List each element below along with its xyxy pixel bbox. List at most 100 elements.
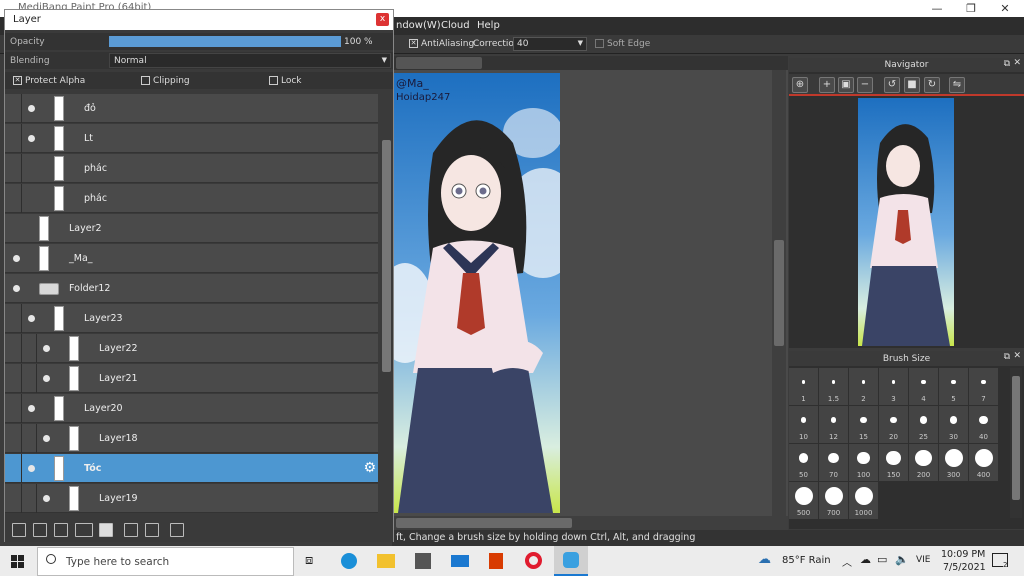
visibility-eye-icon[interactable]: [43, 345, 50, 352]
brush-size-cell[interactable]: 10: [789, 406, 818, 443]
visibility-eye-icon[interactable]: [28, 465, 35, 472]
brush-size-cell[interactable]: 12: [819, 406, 848, 443]
visibility-eye-icon[interactable]: [28, 135, 35, 142]
minimize-button[interactable]: —: [920, 0, 954, 17]
visibility-eye-icon[interactable]: [13, 285, 20, 292]
reset-view-icon[interactable]: ■: [904, 77, 920, 93]
brush-size-cell[interactable]: 700: [819, 482, 848, 519]
add-layer-menu-icon[interactable]: [75, 523, 93, 537]
edge-icon[interactable]: [341, 553, 357, 569]
brush-size-cell[interactable]: 25: [909, 406, 938, 443]
brush-size-cell[interactable]: 20: [879, 406, 908, 443]
blending-select[interactable]: Normal ▼: [109, 53, 391, 68]
layer-panel-title-bar[interactable]: Layer x: [5, 10, 393, 30]
office-icon[interactable]: [489, 553, 503, 569]
flip-icon[interactable]: ⇋: [949, 77, 965, 93]
brush-size-cell[interactable]: 1: [789, 368, 818, 405]
opera-icon[interactable]: [525, 552, 542, 569]
zoom-fit-icon[interactable]: ⊕: [792, 77, 808, 93]
layer-list-scroll-thumb[interactable]: [382, 140, 391, 372]
mail-icon[interactable]: [451, 555, 469, 567]
medibang-taskbar-button[interactable]: [554, 546, 588, 576]
maximize-button[interactable]: ❐: [954, 0, 988, 17]
lock-checkbox[interactable]: [269, 76, 278, 85]
chevron-up-icon[interactable]: ︿: [842, 554, 852, 569]
close-icon[interactable]: ✕: [1013, 351, 1021, 361]
new-folder-icon[interactable]: [99, 523, 113, 537]
taskbar-search-box[interactable]: Type here to search: [37, 547, 294, 576]
layer-row[interactable]: phác: [5, 184, 378, 213]
brush-size-cell[interactable]: 500: [789, 482, 818, 519]
network-icon[interactable]: ▭: [877, 553, 887, 566]
visibility-eye-icon[interactable]: [28, 405, 35, 412]
close-icon[interactable]: x: [376, 13, 389, 26]
brush-size-cell[interactable]: 50: [789, 444, 818, 481]
brush-size-cell[interactable]: 1000: [849, 482, 878, 519]
rotate-right-icon[interactable]: ↻: [924, 77, 940, 93]
new-halftone-layer-icon[interactable]: [33, 523, 47, 537]
visibility-eye-icon[interactable]: [28, 315, 35, 322]
menu-cloud[interactable]: Cloud: [441, 20, 470, 31]
layer-settings-gear-icon[interactable]: ⚙: [363, 460, 376, 476]
layer-row[interactable]: Layer19: [5, 484, 378, 513]
layer-row[interactable]: phác: [5, 154, 378, 183]
brush-size-cell[interactable]: 100: [849, 444, 878, 481]
brush-size-cell[interactable]: 400: [969, 444, 998, 481]
brush-size-cell[interactable]: 30: [939, 406, 968, 443]
layer-row[interactable]: Lt: [5, 124, 378, 153]
task-view-icon[interactable]: ⧈: [305, 553, 313, 568]
merge-layer-icon[interactable]: [145, 523, 159, 537]
language-indicator[interactable]: VIE: [916, 555, 931, 565]
layer-row[interactable]: Layer21: [5, 364, 378, 393]
clock-time[interactable]: 10:09 PM: [941, 549, 985, 560]
brush-size-cell[interactable]: 200: [909, 444, 938, 481]
brush-size-scrollbar[interactable]: [1010, 368, 1022, 518]
detach-icon[interactable]: ⧉: [1004, 352, 1010, 362]
fit-window-icon[interactable]: ▣: [838, 77, 854, 93]
brush-size-cell[interactable]: 1.5: [819, 368, 848, 405]
new-8bit-layer-icon[interactable]: [54, 523, 68, 537]
rotate-left-icon[interactable]: ↺: [884, 77, 900, 93]
visibility-eye-icon[interactable]: [43, 435, 50, 442]
layer-row[interactable]: Layer23: [5, 304, 378, 333]
layer-row[interactable]: Layer2: [5, 214, 378, 243]
canvas-artwork[interactable]: @Ma_ Hoidap247: [393, 73, 560, 513]
visibility-eye-icon[interactable]: [28, 105, 35, 112]
clock-date[interactable]: 7/5/2021: [943, 562, 986, 573]
menu-help[interactable]: Help: [477, 20, 500, 31]
detach-icon[interactable]: ⧉: [1004, 59, 1010, 69]
visibility-eye-icon[interactable]: [13, 255, 20, 262]
brush-size-cell[interactable]: 4: [909, 368, 938, 405]
brush-size-scroll-thumb[interactable]: [1012, 376, 1020, 500]
opacity-slider[interactable]: [109, 36, 341, 47]
weather-text[interactable]: 85°F Rain: [782, 555, 831, 566]
canvas-horizontal-scroll-thumb[interactable]: [396, 518, 572, 528]
volume-icon[interactable]: 🔈: [895, 553, 909, 566]
visibility-eye-icon[interactable]: [43, 495, 50, 502]
new-layer-icon[interactable]: [12, 523, 26, 537]
navigator-preview[interactable]: [858, 98, 954, 346]
brush-size-cell[interactable]: 15: [849, 406, 878, 443]
close-window-button[interactable]: ✕: [988, 0, 1022, 17]
windows-start-icon[interactable]: [11, 555, 24, 568]
brush-size-cell[interactable]: 7: [969, 368, 998, 405]
layer-row[interactable]: Folder12: [5, 274, 378, 303]
brush-size-cell[interactable]: 300: [939, 444, 968, 481]
weather-icon[interactable]: ☁: [758, 552, 771, 567]
clipping-checkbox[interactable]: [141, 76, 150, 85]
close-icon[interactable]: ✕: [1013, 58, 1021, 68]
protect-alpha-checkbox[interactable]: ✕: [13, 76, 22, 85]
cloud-icon[interactable]: ☁: [860, 553, 871, 566]
layer-row[interactable]: Layer20: [5, 394, 378, 423]
brush-size-cell[interactable]: 2: [849, 368, 878, 405]
layer-row[interactable]: _Ma_: [5, 244, 378, 273]
antialiasing-checkbox[interactable]: ✕: [409, 39, 418, 48]
brush-size-cell[interactable]: 70: [819, 444, 848, 481]
layer-row[interactable]: Tóc ⚙: [5, 454, 378, 483]
brush-size-cell[interactable]: 5: [939, 368, 968, 405]
brush-size-cell[interactable]: 40: [969, 406, 998, 443]
layer-row[interactable]: Layer22: [5, 334, 378, 363]
document-tab[interactable]: [396, 57, 482, 69]
zoom-out-icon[interactable]: −: [857, 77, 873, 93]
file-explorer-icon[interactable]: [377, 554, 395, 568]
